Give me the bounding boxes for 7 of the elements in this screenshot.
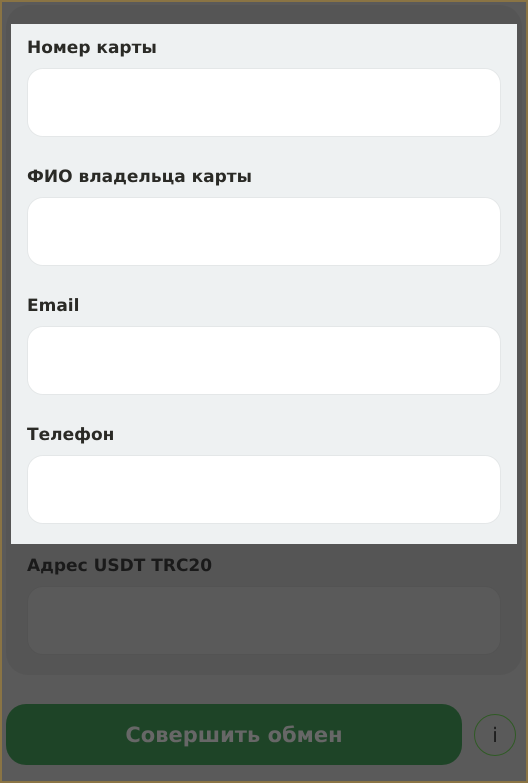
info-button[interactable]: i [474, 714, 516, 756]
field-label: ФИО владельца карты [27, 167, 253, 187]
exchange-button[interactable]: Совершить обмен [6, 704, 462, 765]
field-label: Email [27, 296, 80, 316]
field-label: Номер карты [27, 38, 158, 58]
field-label: Адрес USDT TRC20 [27, 556, 214, 576]
field-label: Телефон [27, 425, 116, 445]
